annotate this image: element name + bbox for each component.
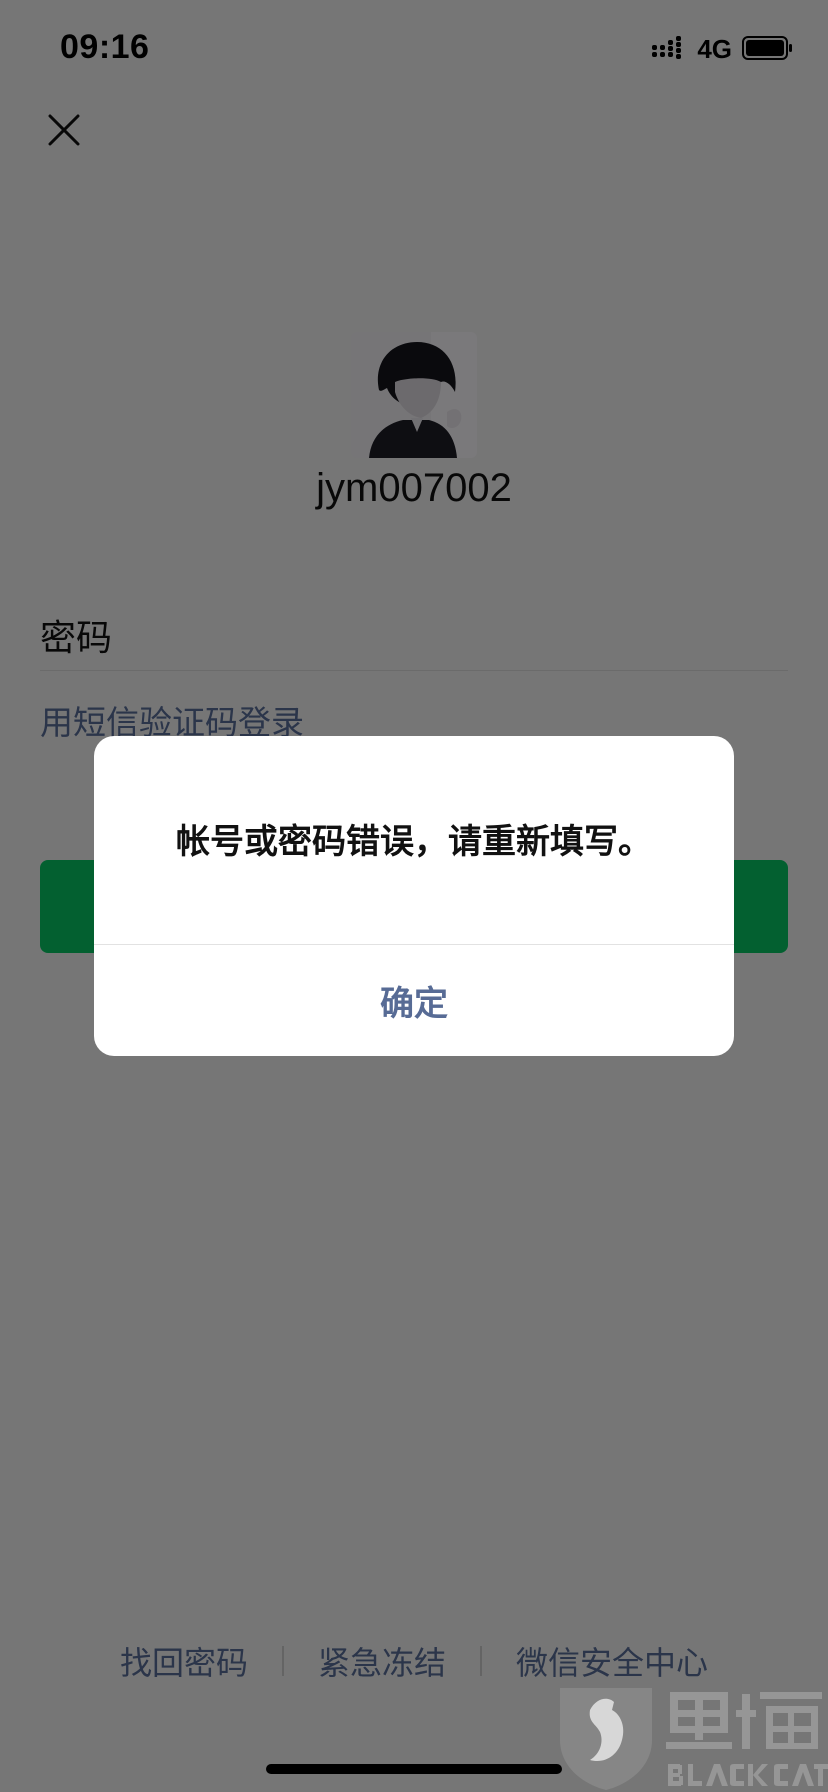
confirm-button[interactable]: 确定 [94,945,734,1056]
watermark [556,1680,828,1792]
black-cat-logo-icon [560,1688,828,1790]
alert-dialog: 帐号或密码错误，请重新填写。 确定 [94,736,734,1056]
alert-message: 帐号或密码错误，请重新填写。 [176,821,652,862]
